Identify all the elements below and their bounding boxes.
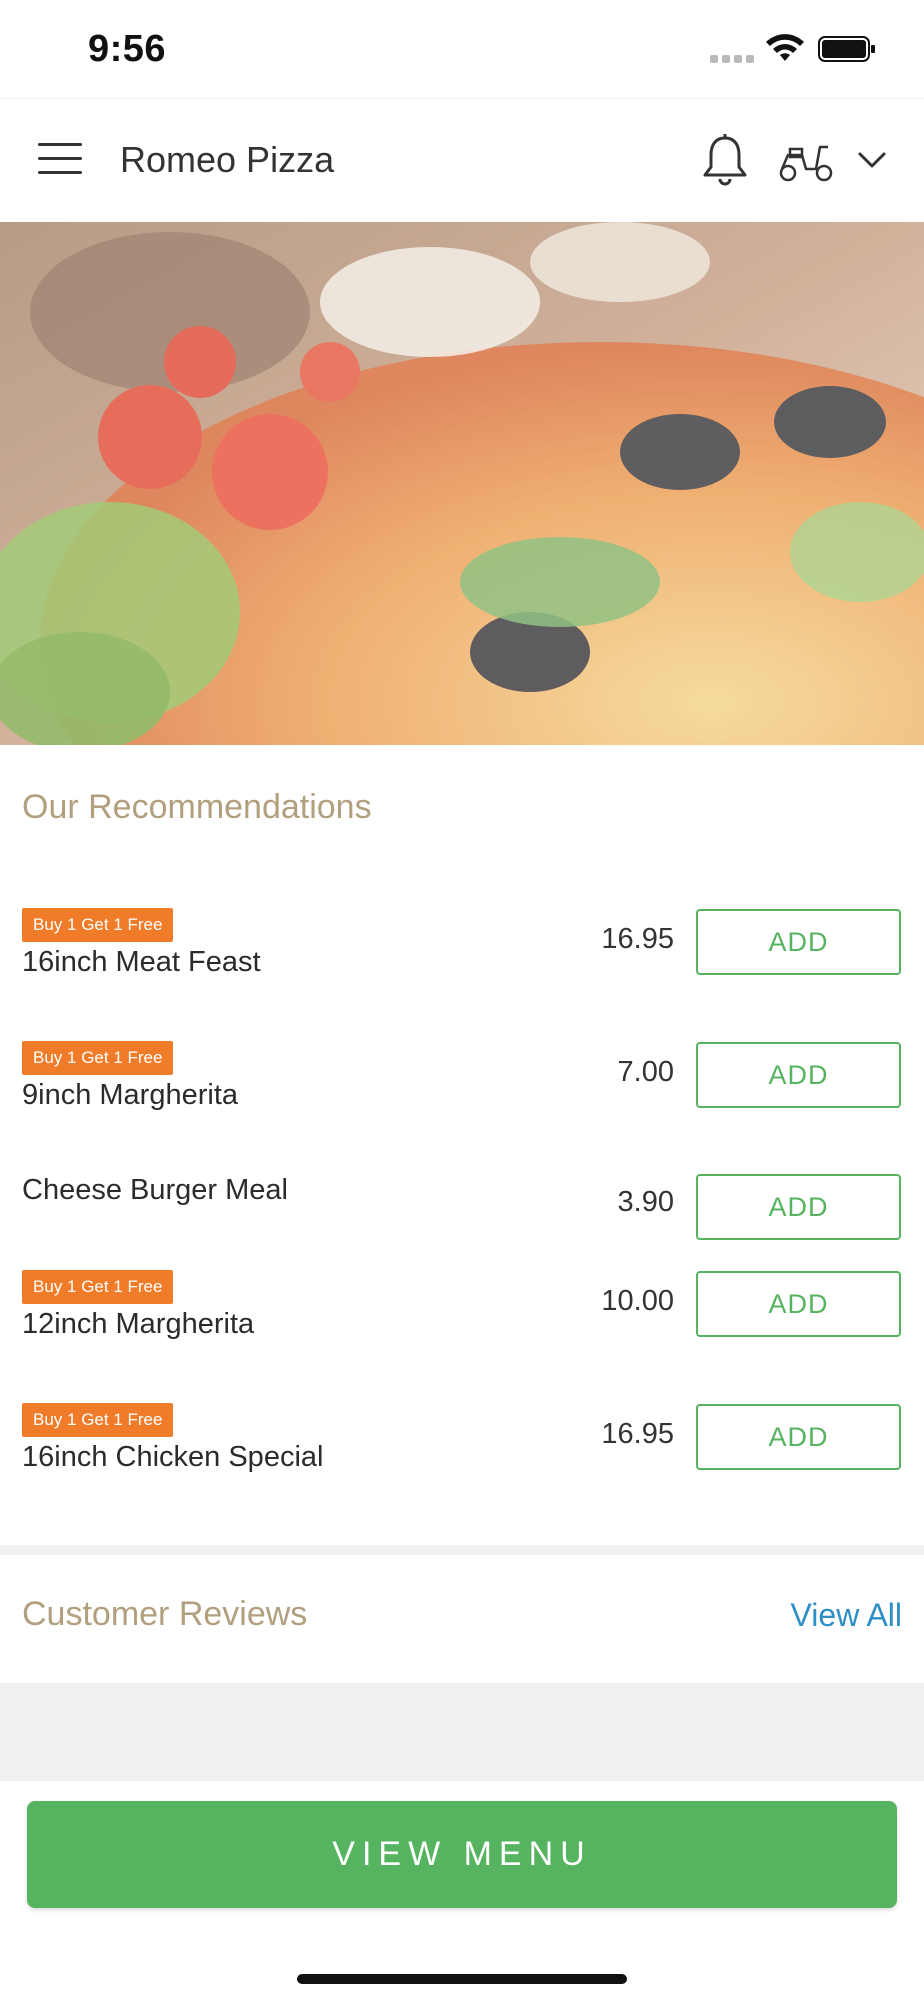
cellular-signal-icon (710, 55, 754, 63)
item-price: 16.95 (601, 923, 674, 955)
hero-pizza-image (0, 222, 924, 745)
list-item: Buy 1 Get 1 Free 12inch Margherita 10.00… (0, 1270, 924, 1350)
item-price: 7.00 (617, 1056, 674, 1088)
item-name: 16inch Meat Feast (22, 946, 261, 978)
bell-icon[interactable] (700, 133, 750, 187)
list-item: Cheese Burger Meal 3.90 ADD (0, 1174, 924, 1254)
scooter-icon[interactable] (778, 139, 834, 183)
add-button[interactable]: ADD (696, 909, 901, 975)
offer-badge: Buy 1 Get 1 Free (22, 1270, 174, 1304)
item-name: 9inch Margherita (22, 1079, 238, 1111)
app-header: Romeo Pizza (0, 98, 924, 222)
view-menu-button[interactable]: VIEW MENU (27, 1801, 897, 1908)
list-item: Buy 1 Get 1 Free 16inch Chicken Special … (0, 1403, 924, 1483)
item-price: 3.90 (617, 1186, 674, 1218)
view-all-link[interactable]: View All (791, 1597, 902, 1634)
offer-badge: Buy 1 Get 1 Free (22, 1041, 174, 1075)
status-time: 9:56 (88, 28, 167, 70)
item-name: 12inch Margherita (22, 1308, 255, 1340)
item-price: 16.95 (601, 1418, 674, 1450)
add-button[interactable]: ADD (696, 1174, 901, 1240)
reviews-placeholder (0, 1683, 924, 1781)
item-name: 16inch Chicken Special (22, 1441, 324, 1473)
item-name: Cheese Burger Meal (22, 1174, 288, 1206)
recommendations-title: Our Recommendations (22, 788, 372, 826)
list-item: Buy 1 Get 1 Free 16inch Meat Feast 16.95… (0, 908, 924, 988)
section-divider (0, 1545, 924, 1555)
wifi-icon (766, 34, 804, 61)
add-button[interactable]: ADD (696, 1271, 901, 1337)
customer-reviews-section: Customer Reviews View All (0, 1555, 924, 1683)
page-title: Romeo Pizza (120, 139, 335, 180)
bottom-bar: VIEW MENU (0, 1781, 924, 2000)
list-item: Buy 1 Get 1 Free 9inch Margherita 7.00 A… (0, 1041, 924, 1121)
status-bar: 9:56 (0, 0, 924, 98)
add-button[interactable]: ADD (696, 1404, 901, 1470)
reviews-title: Customer Reviews (22, 1595, 308, 1633)
offer-badge: Buy 1 Get 1 Free (22, 1403, 174, 1437)
add-button[interactable]: ADD (696, 1042, 901, 1108)
battery-icon (818, 36, 875, 62)
home-indicator (297, 1974, 627, 1984)
item-price: 10.00 (601, 1285, 674, 1317)
chevron-down-icon[interactable] (855, 147, 889, 173)
offer-badge: Buy 1 Get 1 Free (22, 908, 174, 942)
hamburger-menu-icon[interactable] (38, 143, 82, 177)
